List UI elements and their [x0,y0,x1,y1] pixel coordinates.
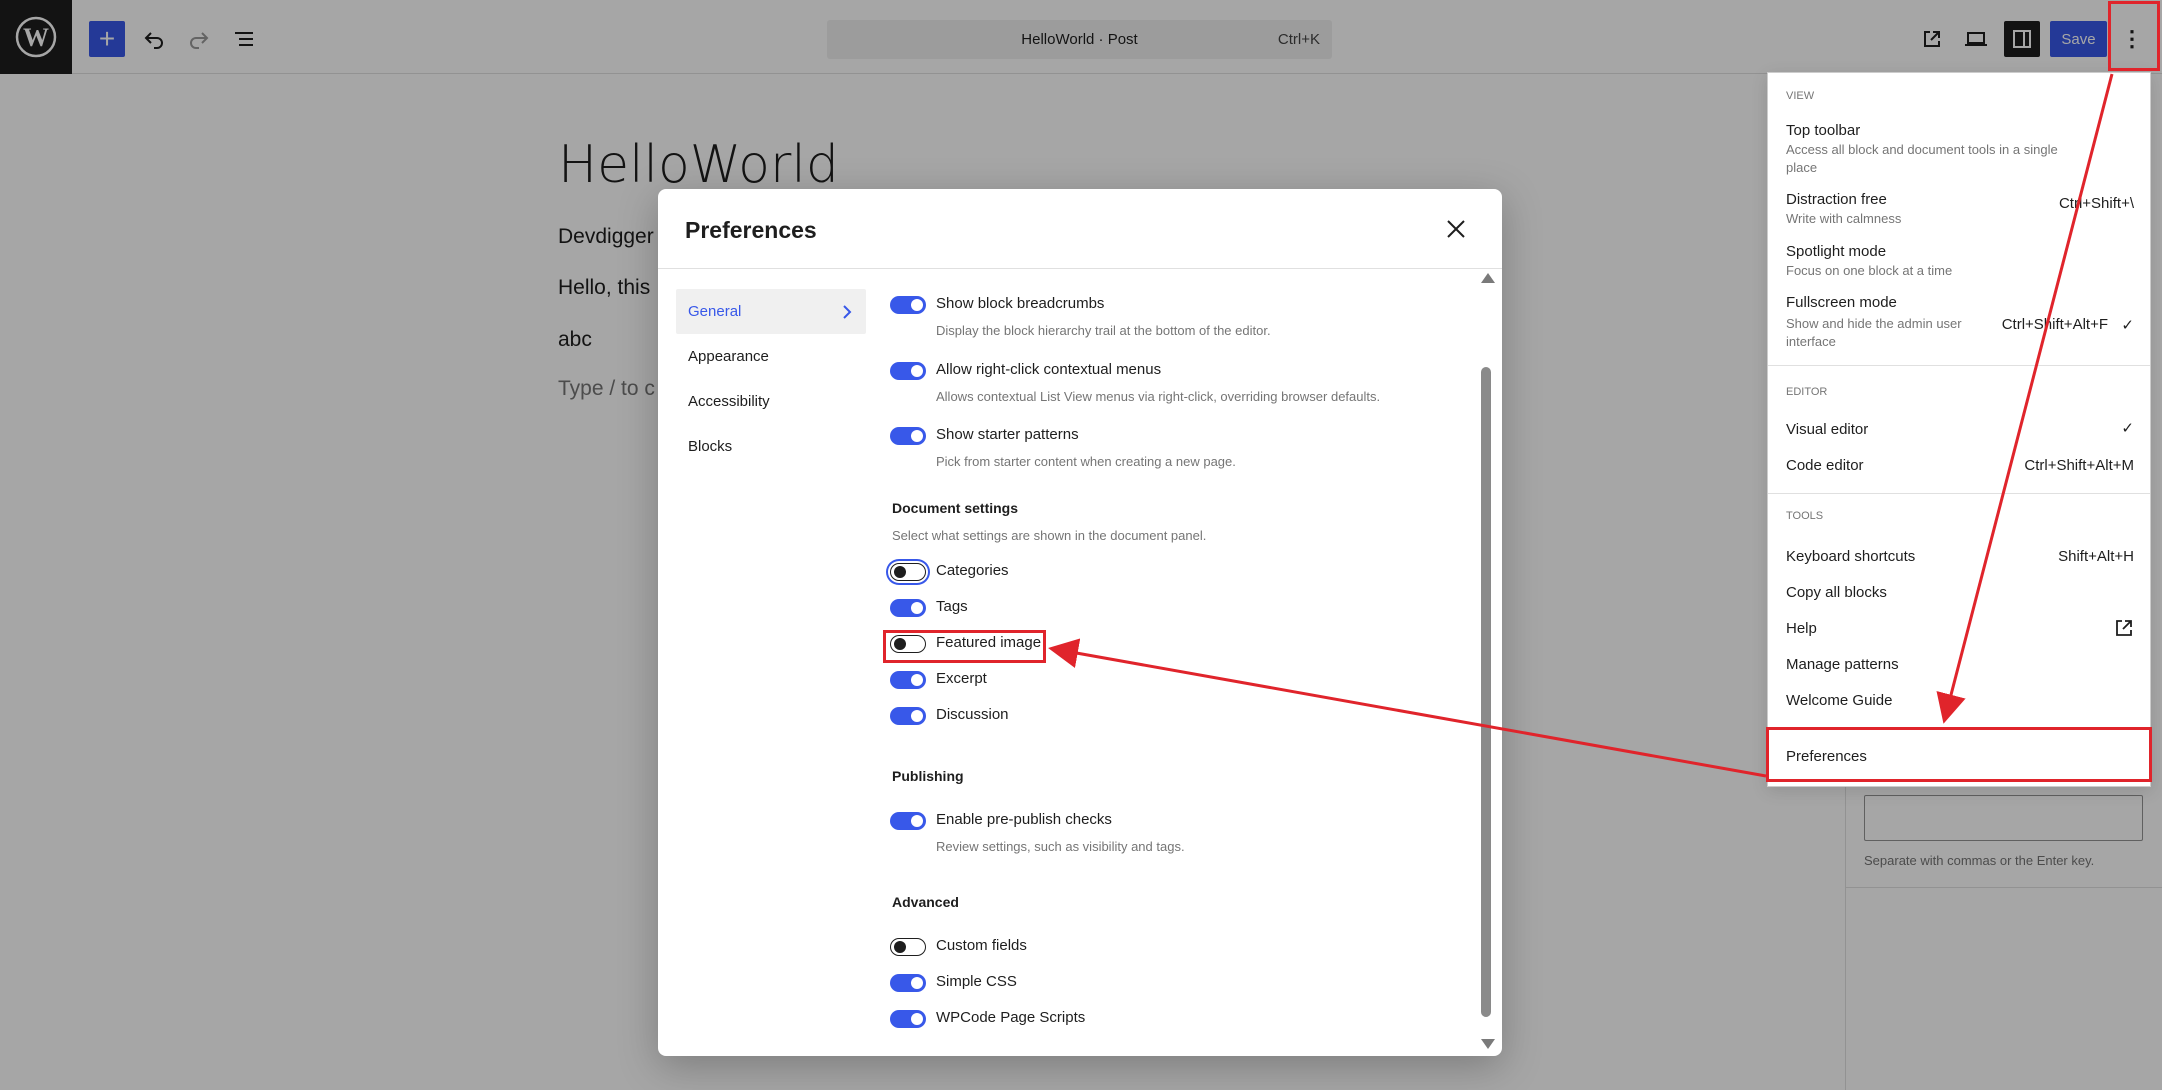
annotation-arrow [1936,73,2114,724]
annotation-arrows [1048,73,2114,778]
annotation-arrow [1048,638,1767,778]
